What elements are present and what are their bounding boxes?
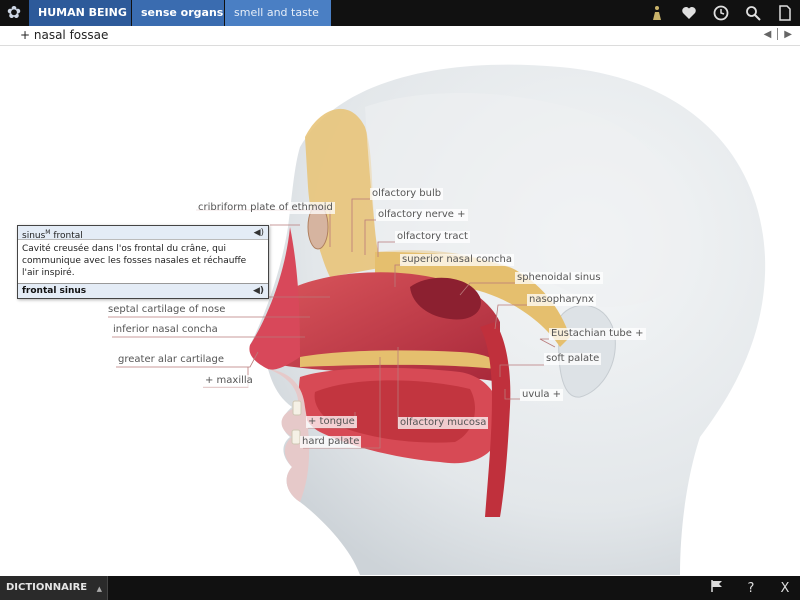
help-button[interactable]: ? (744, 581, 758, 596)
label-hard-palate[interactable]: hard palate (300, 436, 362, 448)
label-greater-alar-cartilage[interactable]: greater alar cartilage (116, 354, 227, 366)
label-tongue[interactable]: + tongue (306, 416, 357, 428)
previous-arrow-icon[interactable]: ◀ (764, 29, 772, 40)
label-maxilla[interactable]: + maxilla (203, 375, 255, 387)
label-eustachian-tube[interactable]: Eustachian tube + (549, 328, 646, 340)
speaker-icon[interactable]: ◀) (253, 284, 264, 299)
app-window: ✿ HUMAN BEING sense organs smell and tas… (0, 0, 800, 600)
bottom-bar: DICTIONNAIRE ▲ ? X (0, 576, 800, 600)
dictionary-button[interactable]: DICTIONNAIRE ▲ (0, 576, 108, 600)
close-button[interactable]: X (778, 581, 792, 596)
label-olfactory-nerve[interactable]: olfactory nerve + (376, 209, 468, 221)
label-olfactory-bulb[interactable]: olfactory bulb (370, 188, 444, 200)
popup-translation: frontal sinus (22, 286, 87, 296)
label-septal-cartilage[interactable]: septal cartilage of nose (106, 304, 228, 316)
speaker-icon[interactable]: ◀) (254, 226, 264, 240)
dictionary-label: DICTIONNAIRE (6, 582, 88, 593)
caret-up-icon: ▲ (96, 585, 102, 593)
bottom-icons: ? X (710, 576, 792, 600)
page-title[interactable]: + nasal fossae (20, 26, 108, 45)
label-cribriform-plate[interactable]: cribriform plate of ethmoid (196, 202, 335, 214)
popup-definition: Cavité creusée dans l'os frontal du crân… (22, 244, 247, 278)
label-olfactory-mucosa[interactable]: olfactory mucosa (398, 417, 489, 429)
label-superior-nasal-concha[interactable]: superior nasal concha (400, 254, 515, 266)
heart-icon[interactable] (680, 4, 698, 22)
clock-icon[interactable] (712, 4, 730, 22)
illustration-stage: cribriform plate of ethmoid olfactory bu… (0, 47, 800, 575)
top-navigation-bar: ✿ HUMAN BEING sense organs smell and tas… (0, 0, 800, 26)
popup-translation-row: frontal sinus ◀) (18, 283, 268, 298)
document-icon[interactable] (776, 4, 794, 22)
popup-header: sinusM frontal ◀) (18, 226, 268, 241)
label-sphenoidal-sinus[interactable]: sphenoidal sinus (515, 272, 603, 284)
next-arrow-icon[interactable]: ▶ (784, 29, 792, 40)
section-title-bar: + nasal fossae ◀ ▶ (0, 26, 800, 46)
toolbar-icons (648, 0, 794, 26)
label-inferior-nasal-concha[interactable]: inferior nasal concha (111, 324, 220, 336)
popup-term-rest: frontal (50, 231, 83, 241)
breadcrumb-smell-and-taste[interactable]: smell and taste (225, 0, 331, 26)
popup-term: sinus (22, 231, 46, 241)
label-nasopharynx[interactable]: nasopharynx (527, 294, 596, 306)
search-icon[interactable] (744, 4, 762, 22)
breadcrumb-human-being[interactable]: HUMAN BEING (29, 0, 131, 26)
flower-logo-icon[interactable]: ✿ (0, 0, 28, 26)
label-uvula[interactable]: uvula + (520, 389, 564, 401)
label-olfactory-tract[interactable]: olfactory tract (395, 231, 470, 243)
label-soft-palate[interactable]: soft palate (544, 353, 602, 365)
flag-icon[interactable] (710, 579, 724, 597)
figure-icon[interactable] (648, 4, 666, 22)
breadcrumb-sense-organs[interactable]: sense organs (132, 0, 224, 26)
definition-popup: sinusM frontal ◀) Cavité creusée dans l'… (17, 225, 269, 299)
nav-arrows: ◀ ▶ (764, 28, 792, 40)
nav-divider (777, 28, 779, 40)
